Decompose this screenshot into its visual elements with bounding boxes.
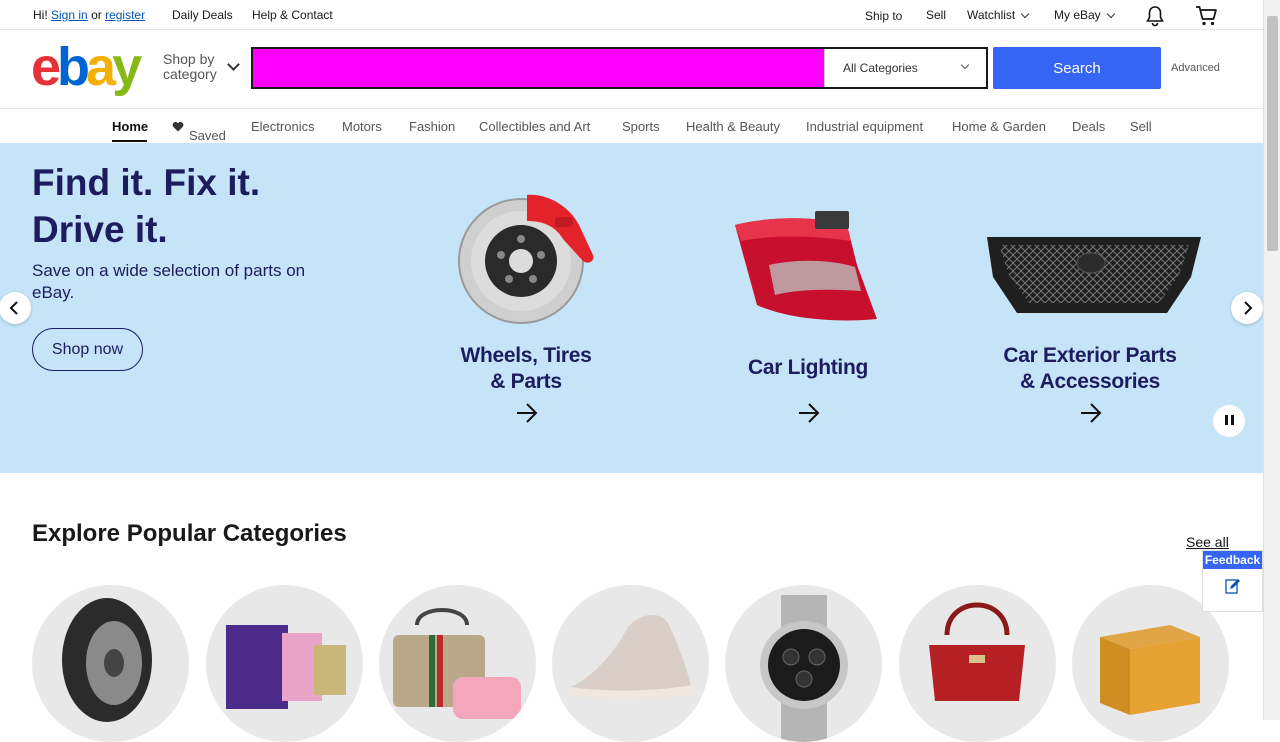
nav-home-underline [112, 140, 147, 142]
chevron-down-icon [1106, 9, 1115, 18]
search-button[interactable]: Search [993, 47, 1161, 89]
greeting-text: Hi! [33, 8, 48, 22]
nav-item-motors[interactable]: Motors [342, 119, 382, 134]
tile-exterior-line1: Car Exterior Parts [1003, 344, 1177, 367]
greeting: Hi! Sign in or register [33, 8, 145, 22]
trading-cards-image [226, 625, 346, 709]
pause-icon [1223, 412, 1235, 430]
page-scrollbar[interactable] [1263, 0, 1280, 720]
front-grille-image[interactable] [985, 231, 1203, 321]
category-select[interactable]: All Categories [824, 49, 986, 87]
shop-by-line1: Shop by [163, 51, 215, 67]
category-nav: Home Saved Electronics Motors Fashion Co… [0, 110, 1263, 143]
nav-item-deals[interactable]: Deals [1072, 119, 1105, 134]
category-circle-tires[interactable] [32, 585, 189, 742]
top-utility-bar: Hi! Sign in or register Daily Deals Help… [0, 0, 1263, 30]
nav-item-industrial[interactable]: Industrial equipment [806, 119, 923, 134]
edit-icon [1225, 579, 1240, 594]
tile-lighting-line1: Car Lighting [747, 356, 869, 379]
chevron-right-icon [1244, 301, 1253, 315]
chevron-down-icon [960, 60, 970, 70]
shop-by-category-button[interactable]: Shop by category [163, 52, 240, 82]
my-ebay-label: My eBay [1054, 8, 1101, 22]
tile-exterior-line2: & Accessories [1019, 370, 1161, 393]
nav-item-saved[interactable]: Saved [172, 119, 226, 143]
category-circle-watches[interactable] [725, 585, 882, 742]
site-header: ebay Shop by category All Categories Sea… [0, 31, 1263, 109]
help-contact-link[interactable]: Help & Contact [252, 8, 333, 22]
chevron-left-icon [9, 301, 18, 315]
daily-deals-link[interactable]: Daily Deals [172, 8, 233, 22]
category-circle-handbags[interactable] [379, 585, 536, 742]
sell-link[interactable]: Sell [926, 8, 946, 22]
nav-item-home-garden[interactable]: Home & Garden [952, 119, 1046, 134]
category-circle-sneakers[interactable] [552, 585, 709, 742]
shop-by-line2: category [163, 66, 217, 82]
arrow-right-icon[interactable] [1079, 402, 1103, 424]
cart-icon[interactable] [1195, 5, 1219, 30]
shop-now-button[interactable]: Shop now [32, 328, 143, 371]
watch-image [760, 595, 848, 742]
nav-item-electronics[interactable]: Electronics [251, 119, 315, 134]
sign-in-link[interactable]: Sign in [51, 8, 88, 22]
nav-item-collectibles[interactable]: Collectibles and Art [479, 119, 590, 134]
explore-title: Explore Popular Categories [32, 520, 347, 547]
feedback-label: Feedback [1203, 551, 1262, 569]
tail-light-image[interactable] [725, 211, 885, 331]
nav-item-fashion[interactable]: Fashion [409, 119, 455, 134]
watchlist-label: Watchlist [967, 8, 1016, 22]
tile-wheels-line1: Wheels, Tires [460, 344, 592, 367]
watchlist-menu[interactable]: Watchlist [967, 8, 1030, 22]
hero-banner: Find it. Fix it. Drive it. Save on a wid… [0, 143, 1263, 473]
see-all-link[interactable]: See all [1186, 534, 1229, 550]
advanced-search-link[interactable]: Advanced [1171, 62, 1220, 74]
scrollbar-thumb[interactable] [1267, 16, 1278, 251]
search-box: All Categories [251, 47, 988, 89]
tire-image [62, 598, 152, 722]
nav-item-sports[interactable]: Sports [622, 119, 660, 134]
nav-item-health-beauty[interactable]: Health & Beauty [686, 119, 780, 134]
category-circle-trading-cards[interactable] [206, 585, 363, 742]
search-input[interactable] [253, 49, 824, 87]
handbag-image [393, 608, 521, 719]
arrow-right-icon[interactable] [797, 402, 821, 424]
tile-exterior-title[interactable]: Car Exterior Parts & Accessories [985, 343, 1195, 395]
arrow-right-icon[interactable] [515, 402, 539, 424]
heart-icon [172, 122, 184, 132]
hero-title-line1: Find it. Fix it. [32, 162, 261, 203]
tile-lighting-title[interactable]: Car Lighting [728, 355, 888, 381]
ship-to-button[interactable]: Ship to [865, 9, 902, 23]
hero-title-line2: Drive it. [32, 209, 168, 250]
sneaker-image [570, 614, 694, 700]
hero-subtitle: Save on a wide selection of parts on eBa… [32, 261, 306, 302]
nav-item-sell[interactable]: Sell [1130, 119, 1152, 134]
chevron-down-icon [226, 58, 240, 71]
category-circle-bags[interactable] [899, 585, 1056, 742]
tile-wheels-title[interactable]: Wheels, Tires & Parts [445, 343, 607, 395]
hero-title: Find it. Fix it. Drive it. [32, 159, 332, 253]
red-bag-image [929, 602, 1025, 701]
shop-by-category-label: Shop by category [163, 52, 217, 82]
or-text: or [91, 8, 102, 22]
bell-icon[interactable] [1144, 5, 1166, 30]
chevron-down-icon [1020, 9, 1030, 18]
nav-item-saved-label: Saved [189, 128, 226, 143]
tile-wheels-line2: & Parts [490, 370, 562, 393]
ship-to-label: Ship to [865, 9, 903, 23]
feedback-widget[interactable]: Feedback [1202, 550, 1263, 612]
sell-label: Sell [926, 8, 947, 22]
ebay-logo[interactable]: ebay [31, 40, 142, 94]
carousel-next-button[interactable] [1231, 292, 1263, 324]
brake-disc-image[interactable] [455, 187, 600, 327]
carousel-prev-button[interactable] [0, 292, 31, 324]
register-link[interactable]: register [105, 8, 145, 22]
my-ebay-menu[interactable]: My eBay [1054, 8, 1115, 22]
nav-item-home[interactable]: Home [112, 119, 148, 134]
category-select-value: All Categories [843, 61, 918, 75]
carousel-pause-button[interactable] [1213, 405, 1245, 437]
